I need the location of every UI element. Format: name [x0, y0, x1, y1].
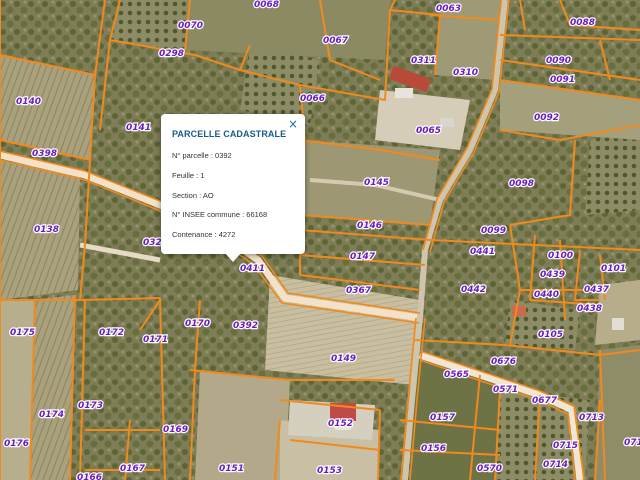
- parcel-label: 0310: [453, 68, 478, 78]
- parcel-label: 0170: [185, 319, 210, 329]
- parcel-label: 0145: [364, 178, 389, 188]
- area-row: Contenance : 4272: [172, 230, 235, 239]
- popup-title: PARCELLE CADASTRALE: [172, 129, 287, 139]
- parcel-label: 0169: [163, 425, 188, 435]
- parcel-label: 0149: [331, 354, 356, 364]
- parcel-label: 0156: [421, 444, 446, 454]
- parcel-label: 0147: [350, 252, 376, 262]
- parcel-label: 0176: [4, 439, 29, 449]
- row-value: 4272: [218, 230, 236, 239]
- row-value: 0392: [215, 151, 232, 160]
- parcel-label: 0092: [534, 113, 559, 123]
- parcel-label: 0714: [543, 460, 568, 470]
- parcel-label: 0090: [546, 56, 571, 66]
- parcel-label: 0152: [328, 419, 353, 429]
- parcel-label: 0098: [509, 179, 534, 189]
- parcel-label: 0099: [481, 226, 506, 236]
- parcel-label: 0441: [470, 247, 495, 257]
- parcel-label: 0151: [219, 464, 244, 474]
- row-value: AO: [202, 191, 214, 200]
- row-key: N° INSEE commune: [172, 210, 241, 219]
- parcel-label: 0676: [491, 357, 516, 367]
- parcel-label: 0173: [78, 401, 103, 411]
- parcel-label: 0088: [570, 18, 595, 28]
- parcel-label: 0146: [357, 221, 382, 231]
- parcel-label: 0392: [233, 321, 258, 331]
- parcel-number-row: N° parcelle : 0392: [172, 151, 232, 160]
- row-value: 1: [200, 171, 205, 180]
- parcel-label: 0677: [532, 396, 558, 406]
- parcel-label: 0138: [34, 225, 59, 235]
- parcel-label: 0311: [411, 56, 436, 66]
- section-row: Section : AO: [172, 191, 214, 200]
- parcel-label: 0571: [493, 385, 518, 395]
- parcel-label: 0153: [317, 466, 342, 476]
- parcel-label: 0063: [436, 4, 461, 14]
- parcel-label: 0570: [477, 464, 502, 474]
- parcel-label: 0565: [444, 370, 469, 380]
- parcel-label: 0101: [601, 264, 626, 274]
- parcel-label: 0171: [143, 335, 168, 345]
- parcel-label: 0066: [300, 94, 325, 104]
- parcel-label: 0140: [16, 97, 41, 107]
- parcel-label: 0157: [430, 413, 456, 423]
- parcel-label: 0411: [240, 264, 265, 274]
- parcel-label: 0091: [550, 75, 575, 85]
- row-key: Feuille: [172, 171, 195, 180]
- parcel-label: 0068: [254, 0, 279, 10]
- parcel-label: 0367: [346, 286, 372, 296]
- cadastral-map[interactable]: 0070 0068 0063 0088 0298 0067 0311 0310 …: [0, 0, 640, 480]
- parcel-label: 0442: [461, 285, 486, 295]
- parcel-info-popup: × PARCELLE CADASTRALE N° parcelle : 0392…: [161, 114, 305, 254]
- parcel-label: 0167: [120, 464, 146, 474]
- parcel-label: 0166: [77, 473, 102, 480]
- parcel-label: 032: [143, 238, 162, 248]
- parcel-label: 0174: [39, 410, 64, 420]
- parcel-label: 0715: [553, 441, 578, 451]
- row-key: Contenance: [172, 230, 213, 239]
- row-value: 66168: [246, 210, 268, 219]
- parcel-label: 0100: [548, 251, 573, 261]
- parcel-label: 071: [624, 438, 640, 448]
- popup-pointer: [225, 253, 241, 262]
- parcel-label: 0440: [534, 290, 559, 300]
- insee-row: N° INSEE commune : 66168: [172, 210, 267, 219]
- parcel-label: 0105: [538, 330, 563, 340]
- parcel-label: 0175: [10, 328, 35, 338]
- close-icon[interactable]: ×: [288, 117, 298, 131]
- parcel-label: 0065: [416, 126, 441, 136]
- sheet-row: Feuille : 1: [172, 171, 205, 180]
- parcel-label: 0298: [159, 49, 184, 59]
- parcel-label: 0437: [584, 285, 610, 295]
- parcel-label: 0070: [178, 21, 203, 31]
- parcel-label: 0713: [579, 413, 604, 423]
- parcel-label: 0439: [540, 270, 565, 280]
- parcel-label: 0172: [99, 328, 124, 338]
- aerial-imagery: 0070 0068 0063 0088 0298 0067 0311 0310 …: [0, 0, 640, 480]
- row-key: N° parcelle: [172, 151, 209, 160]
- parcel-label: 0067: [323, 36, 349, 46]
- parcel-label: 0438: [577, 304, 602, 314]
- parcel-label: 0398: [32, 149, 57, 159]
- row-key: Section: [172, 191, 198, 200]
- parcel-label: 0141: [126, 123, 151, 133]
